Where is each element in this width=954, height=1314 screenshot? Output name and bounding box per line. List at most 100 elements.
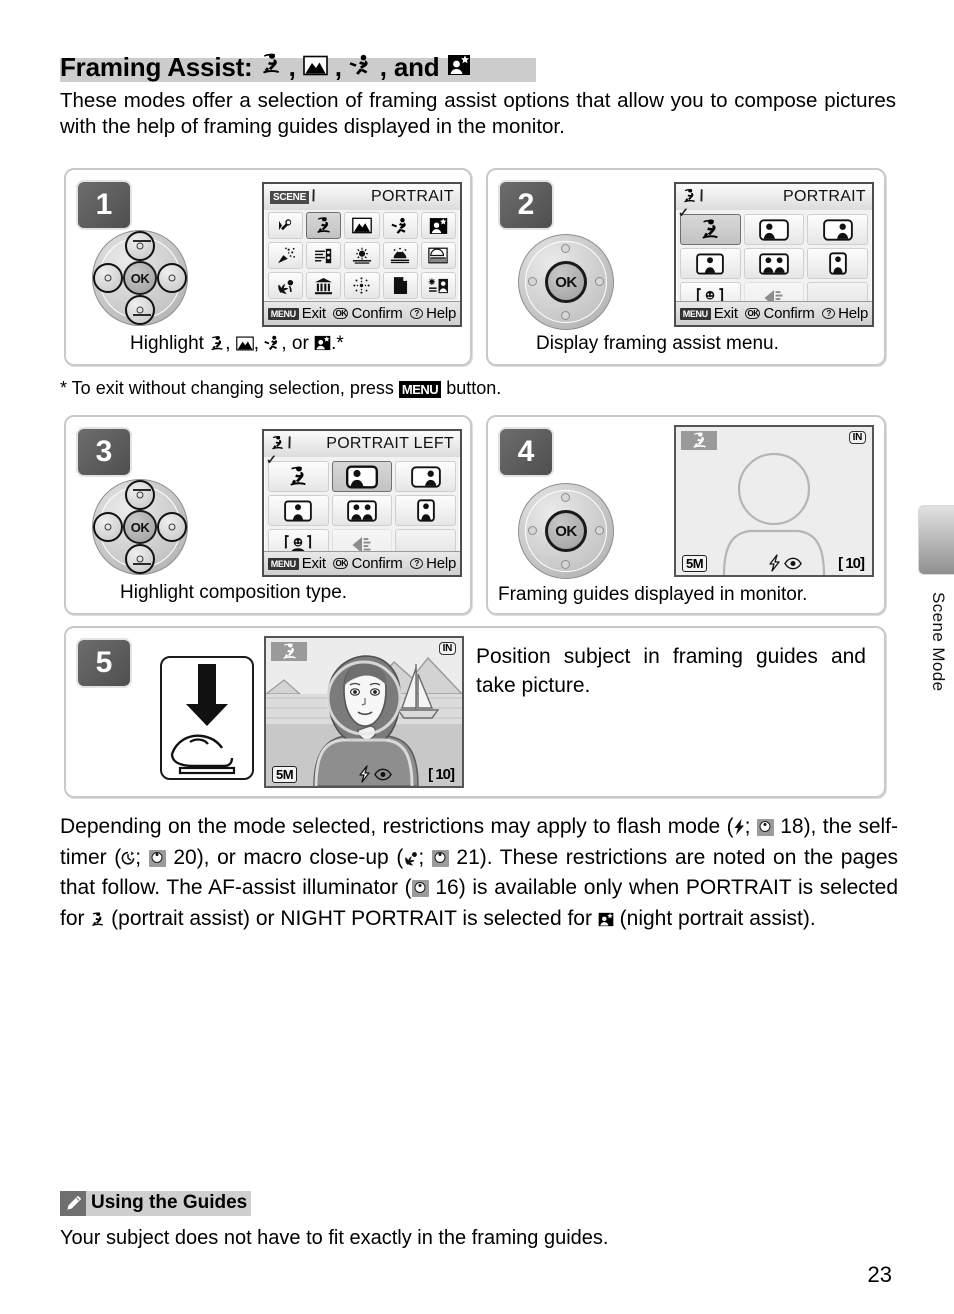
step-number-badge: 2 — [498, 180, 554, 230]
ok-button[interactable]: OK — [545, 261, 587, 303]
monitor-status-bar: 5M [ 10] — [676, 553, 872, 573]
assist-cell-portrait[interactable]: ✓ — [678, 205, 741, 245]
scene-cell-portrait-assist[interactable] — [306, 212, 342, 239]
dpad-left-button[interactable] — [93, 512, 123, 542]
assist-cell-portrait-couple[interactable] — [331, 495, 393, 526]
scene-cell-setup[interactable] — [268, 212, 304, 239]
dpad-up-button[interactable] — [561, 493, 570, 502]
landscape-assist-icon — [302, 52, 335, 82]
ok-button[interactable]: OK — [545, 510, 587, 552]
screen-header: SCENE \ PORTRAIT — [264, 184, 460, 210]
par-text-4: ; — [135, 845, 149, 869]
help-key-icon: ? — [822, 308, 836, 319]
assist-cell-portrait[interactable]: ✓ — [266, 452, 329, 492]
assist-cell-portrait-figure[interactable] — [395, 495, 456, 526]
help-hint[interactable]: ? Help — [822, 305, 868, 322]
step-number-badge: 1 — [76, 180, 132, 230]
assist-cell-portrait-left[interactable] — [743, 214, 805, 245]
multi-selector-control[interactable]: OK — [518, 483, 614, 579]
footnote-before: * To exit without changing selection, pr… — [60, 378, 394, 398]
exit-hint[interactable]: MENU Exit — [679, 305, 738, 322]
step-number-badge: 3 — [76, 427, 132, 477]
manual-page: Framing Assist: , , , and These modes of… — [0, 0, 954, 1314]
dpad-right-button[interactable] — [595, 526, 604, 535]
step-3-caption: Highlight composition type. — [120, 582, 348, 603]
dpad-down-button[interactable] — [561, 311, 570, 320]
screen-header: \ PORTRAIT — [676, 184, 872, 210]
help-hint[interactable]: ? Help — [410, 555, 456, 572]
live-view-photo-monitor: IN 5M [ 10] — [264, 636, 464, 788]
scene-cell-back-light[interactable] — [420, 272, 456, 299]
scene-cell-museum[interactable] — [306, 272, 342, 299]
dpad-up-button[interactable] — [125, 480, 155, 510]
ok-button[interactable]: OK — [123, 261, 157, 295]
scene-cell-night-landscape[interactable] — [306, 242, 342, 269]
scene-cell-fireworks[interactable] — [344, 272, 380, 299]
step-panel-4: 4 OK IN 5M [10] Framing guides displaye… — [486, 415, 886, 615]
scene-cell-party-indoor[interactable] — [268, 242, 304, 269]
portrait-assist-icon — [90, 907, 105, 930]
caption-text: Highlight — [130, 333, 204, 354]
assist-cell-portrait-close-up[interactable] — [268, 495, 329, 526]
dpad-down-button[interactable] — [125, 544, 155, 574]
dpad-left-button[interactable] — [528, 277, 537, 286]
image-size-indicator: 5M — [272, 765, 298, 783]
ok-button[interactable]: OK — [123, 510, 157, 544]
scene-cell-night-portrait-assist[interactable] — [420, 212, 456, 239]
scene-tab-label: SCENE — [270, 190, 309, 204]
assist-cell-portrait-figure[interactable] — [807, 248, 868, 279]
dpad-up-button[interactable] — [561, 244, 570, 253]
confirm-hint[interactable]: OK Confirm — [333, 555, 403, 572]
selected-check-icon: ✓ — [678, 205, 689, 220]
assist-cell-portrait-close-up[interactable] — [680, 248, 741, 279]
dpad-left-button[interactable] — [93, 263, 123, 293]
scene-cell-dusk-dawn[interactable] — [420, 242, 456, 269]
internal-memory-indicator: IN — [438, 642, 456, 655]
framing-assist-menu-screen: \ PORTRAIT LEFT ✓ MENU Exit OK Confirm ?… — [262, 429, 462, 577]
par-ref-2: 20 — [173, 845, 197, 869]
step-2-caption: Display framing assist menu. — [536, 333, 779, 354]
scene-cell-copy[interactable] — [382, 272, 418, 299]
confirm-label: Confirm — [763, 305, 815, 322]
confirm-hint[interactable]: OK Confirm — [333, 305, 403, 322]
framing-assist-grid: ✓ — [266, 452, 456, 560]
reference-book-icon — [756, 819, 774, 836]
help-label: Help — [838, 305, 869, 322]
scene-cell-sport-assist[interactable] — [382, 212, 418, 239]
step-4-caption: Framing guides displayed in monitor. — [498, 584, 808, 605]
assist-cell-portrait-left[interactable] — [331, 461, 393, 492]
dpad-left-button[interactable] — [528, 526, 537, 535]
scene-cell-landscape-assist[interactable] — [344, 212, 380, 239]
scene-cell-close-up[interactable] — [268, 272, 304, 299]
footnote: * To exit without changing selection, pr… — [60, 378, 501, 399]
dpad-right-button[interactable] — [595, 277, 604, 286]
multi-selector-control[interactable]: OK — [92, 230, 188, 326]
assist-cell-portrait-right[interactable] — [807, 214, 868, 245]
step-panel-2: 2 OK \ PORTRAIT ✓ MENU Exit OK Confirm ?… — [486, 168, 886, 366]
multi-selector-control[interactable]: OK — [92, 479, 188, 575]
portrait-assist-icon — [270, 435, 285, 454]
dpad-down-button[interactable] — [125, 295, 155, 325]
par-ref-3: 21 — [456, 845, 480, 869]
scene-cell-beach-snow[interactable] — [344, 242, 380, 269]
screen-footer: MENU Exit OK Confirm ? Help — [676, 301, 872, 325]
assist-cell-portrait-couple[interactable] — [743, 248, 805, 279]
exit-hint[interactable]: MENU Exit — [267, 305, 326, 322]
screen-footer: MENU Exit OK Confirm ? Help — [264, 551, 460, 575]
multi-selector-control[interactable]: OK — [518, 234, 614, 330]
assist-cell-portrait-right[interactable] — [395, 461, 456, 492]
scene-cell-sunset[interactable] — [382, 242, 418, 269]
exit-hint[interactable]: MENU Exit — [267, 555, 326, 572]
dpad-down-button[interactable] — [561, 560, 570, 569]
dpad-up-button[interactable] — [125, 231, 155, 261]
screen-title: PORTRAIT LEFT — [326, 435, 454, 452]
dpad-right-button[interactable] — [157, 263, 187, 293]
screen-title: PORTRAIT — [370, 188, 454, 205]
dpad-right-button[interactable] — [157, 512, 187, 542]
confirm-hint[interactable]: OK Confirm — [745, 305, 815, 322]
par-ref-1: 18 — [780, 815, 804, 838]
help-hint[interactable]: ? Help — [410, 305, 456, 322]
title-conjunction: and — [393, 52, 440, 82]
page-number: 23 — [867, 1262, 892, 1287]
red-eye-reduction-icon — [358, 765, 392, 783]
